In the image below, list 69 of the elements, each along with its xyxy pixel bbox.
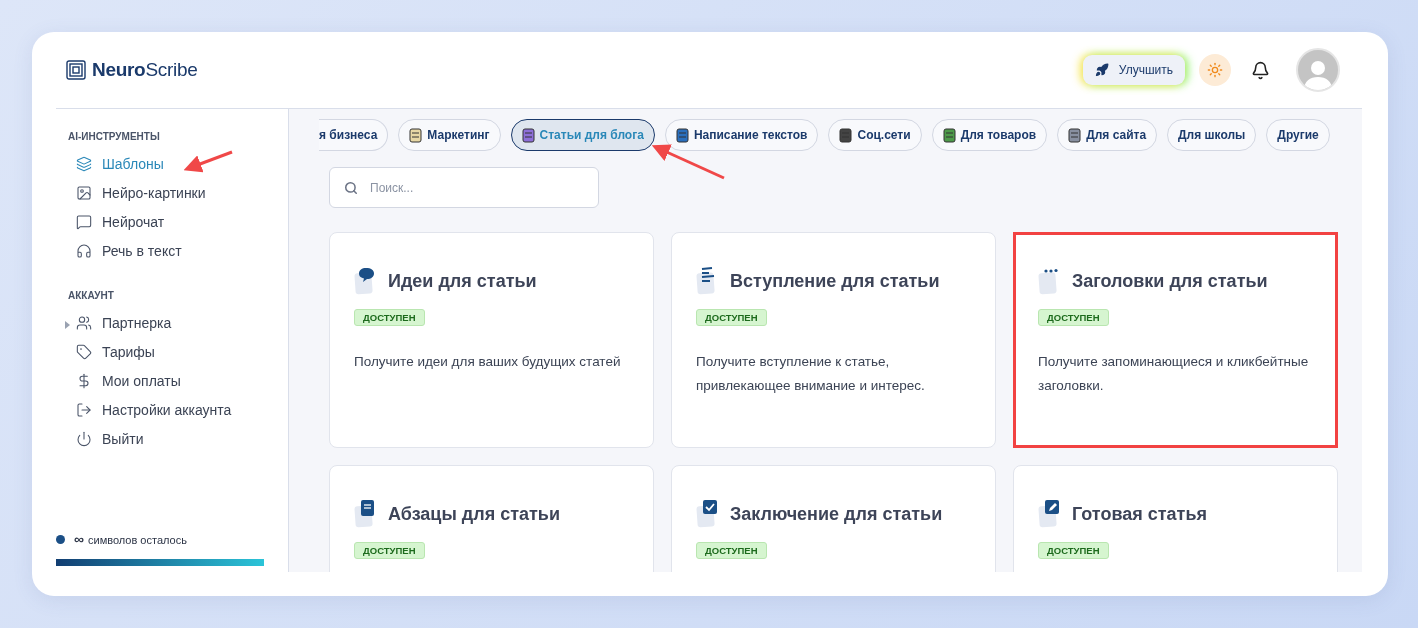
sidebar-item[interactable]: Мои оплаты [56, 367, 288, 396]
card-title: Заключение для статьи [730, 503, 943, 525]
image-icon [76, 185, 92, 201]
users-icon [76, 315, 92, 331]
category-chip[interactable]: Для сайта [1057, 119, 1158, 151]
card-title: Готовая статья [1072, 503, 1207, 525]
template-card[interactable]: Заголовки для статьи ДОСТУПЕН Получите запоминающиеся и кликбейтные заголовки. [1013, 232, 1338, 448]
category-chip[interactable]: Другие [1266, 119, 1330, 151]
emoji-icon [521, 127, 535, 143]
emoji-icon [839, 127, 853, 143]
annotation-arrow [183, 150, 233, 173]
search-icon [344, 181, 358, 195]
template-card[interactable]: Готовая статья ДОСТУПЕН [1013, 465, 1338, 572]
tag-icon [76, 344, 92, 360]
dollar-icon [76, 373, 92, 389]
card-title: Вступление для статьи [730, 270, 940, 292]
card-title: Заголовки для статьи [1072, 270, 1268, 292]
layers-icon [76, 156, 92, 172]
emoji-icon [675, 127, 689, 143]
avatar[interactable] [1296, 48, 1340, 92]
status-badge: ДОСТУПЕН [696, 542, 767, 559]
status-badge: ДОСТУПЕН [1038, 542, 1109, 559]
card-title: Абзацы для статьи [388, 503, 560, 525]
upgrade-button[interactable]: Улучшить [1082, 55, 1185, 85]
card-title: Идеи для статьи [388, 270, 537, 292]
section-title: АККАУНТ [67, 290, 115, 301]
theme-toggle-button[interactable] [1199, 54, 1231, 86]
logo-text: NeuroScribe [92, 59, 198, 81]
sidebar-item[interactable]: Нейро-картинки [56, 179, 288, 208]
category-chip[interactable]: Написание текстов [664, 119, 819, 151]
status-badge: ДОСТУПЕН [696, 309, 767, 326]
status-badge: ДОСТУПЕН [1038, 309, 1109, 326]
rocket-icon [1094, 63, 1109, 77]
logo-icon [66, 60, 86, 80]
card-description: Получите идеи для ваших будущих статей [354, 353, 621, 371]
search-field[interactable]: Поиск... [329, 167, 599, 208]
sun-icon [1207, 62, 1223, 78]
emoji-icon [1068, 127, 1082, 143]
section-title: AI-ИНСТРУМЕНТЫ [67, 131, 161, 142]
bell-icon [1251, 60, 1270, 80]
sidebar-item[interactable]: Партнерка [56, 309, 288, 338]
category-chip[interactable]: я бизнеса [319, 119, 389, 151]
category-chip[interactable]: Для школы [1167, 119, 1257, 151]
template-card[interactable]: Идеи для статьи ДОСТУПЕН Получите идеи для ваших будущих статей [329, 232, 654, 448]
chat-bubble-icon [76, 214, 92, 230]
sidebar-item[interactable]: Настройки аккаунта [56, 396, 288, 425]
emoji-icon [409, 127, 423, 143]
sidebar-item[interactable]: Нейрочат [56, 208, 288, 237]
status-badge: ДОСТУПЕН [354, 309, 425, 326]
template-card[interactable]: Вступление для статьи ДОСТУПЕН Получите вступление к статье, привлекающее внимание и интерес. [671, 232, 996, 448]
category-chip[interactable]: Маркетинг [398, 119, 501, 151]
sidebar-item[interactable]: Шаблоны [56, 150, 288, 179]
category-chip[interactable]: Для товаров [931, 119, 1048, 151]
emoji-icon [942, 127, 956, 143]
sidebar-item[interactable]: Речь в текст [56, 237, 288, 266]
sidebar-item[interactable]: Выйти [56, 425, 288, 454]
category-chip[interactable]: Соц.сети [828, 119, 922, 151]
headphones-icon [76, 243, 92, 259]
card-description: Получите вступление к статье, привлекающее внимание и интерес. [696, 353, 926, 395]
template-card[interactable]: Заключение для статьи ДОСТУПЕН [671, 465, 996, 572]
status-badge: ДОСТУПЕН [354, 542, 425, 559]
power-icon [76, 431, 92, 447]
logout-icon [76, 402, 92, 418]
template-card[interactable]: Абзацы для статьи ДОСТУПЕН [329, 465, 654, 572]
quota-text: ∞ символов осталось [74, 531, 187, 547]
caret-icon [65, 321, 70, 329]
user-silhouette-icon [1303, 58, 1333, 90]
card-description: Получите запоминающиеся и кликбейтные заголовки. [1038, 353, 1310, 395]
sidebar-item[interactable]: Тарифы [56, 338, 288, 367]
